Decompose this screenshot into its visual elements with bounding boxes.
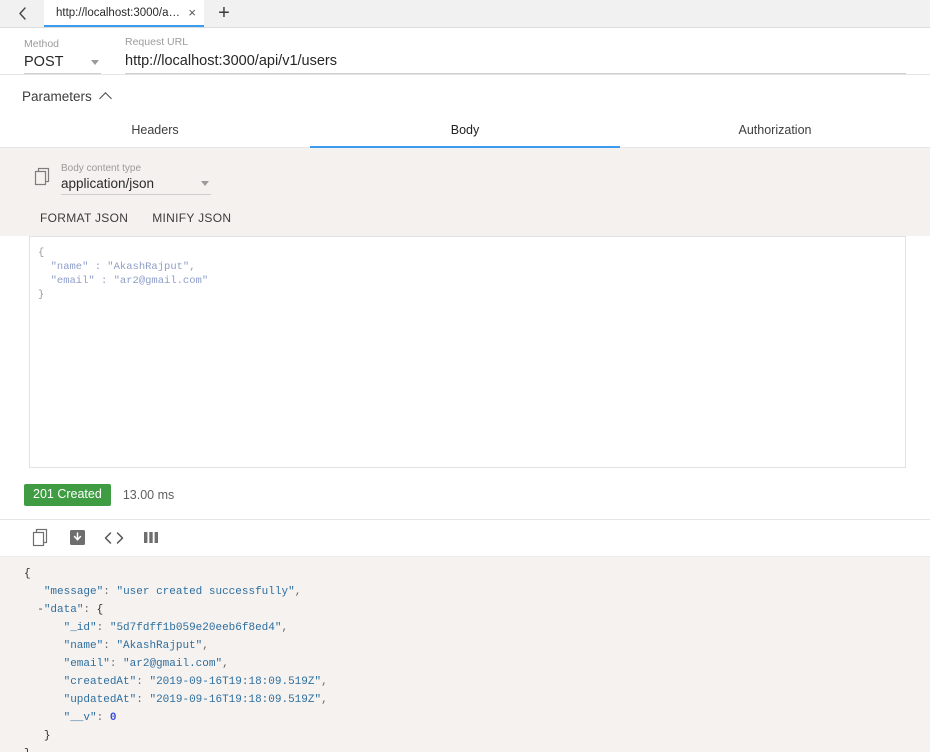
request-tab[interactable]: http://localhost:3000/api/... × xyxy=(44,0,204,27)
collapse-toggle-icon[interactable]: - xyxy=(37,604,44,616)
back-button[interactable] xyxy=(0,0,44,27)
status-badge: 201 Created xyxy=(24,484,111,506)
method-label: Method xyxy=(24,38,60,51)
body-content-type-value: application/json xyxy=(61,176,155,191)
method-value: POST xyxy=(24,54,64,70)
format-json-button[interactable]: FORMAT JSON xyxy=(40,211,128,225)
close-tab-icon[interactable]: × xyxy=(188,6,196,19)
response-message-value: user created successfully xyxy=(123,585,289,598)
chevron-down-icon xyxy=(201,181,209,186)
parameter-tabs: Headers Body Authorization xyxy=(0,114,930,148)
tab-body-label: Body xyxy=(450,123,480,137)
response-body-viewer[interactable]: { "message": "user created successfully"… xyxy=(0,556,930,752)
chevron-up-icon[interactable] xyxy=(98,91,112,105)
body-content-type-field: Body content type application/json xyxy=(61,158,211,195)
chevron-down-icon xyxy=(91,59,99,65)
code-line: } xyxy=(38,289,45,301)
response-line: "__v": 0 xyxy=(63,711,117,724)
response-status-row: 201 Created 13.00 ms xyxy=(0,468,930,519)
body-content-type-row: Body content type application/json xyxy=(0,158,930,195)
response-updatedat-value: 2019-09-16T19:18:09.519Z xyxy=(156,693,315,706)
response-line: { xyxy=(24,567,31,580)
parameters-title: Parameters xyxy=(22,89,92,104)
code-line: { xyxy=(38,247,45,259)
save-icon[interactable] xyxy=(65,527,89,549)
json-action-buttons: FORMAT JSON MINIFY JSON xyxy=(0,195,930,236)
chevron-left-icon xyxy=(18,7,26,20)
response-line: } xyxy=(43,729,51,742)
response-line: "createdAt": "2019-09-16T19:18:09.519Z", xyxy=(63,675,328,688)
columns-icon[interactable] xyxy=(139,527,163,549)
parameters-header[interactable]: Parameters xyxy=(0,75,930,114)
request-tab-title: http://localhost:3000/api/... xyxy=(56,6,181,19)
new-tab-button[interactable]: + xyxy=(204,0,244,27)
body-content-type-select[interactable]: application/json xyxy=(61,176,211,195)
request-body-editor[interactable]: { "name" : "AkashRajput", "email" : "ar2… xyxy=(29,236,906,468)
response-email-value: ar2@gmail.com xyxy=(129,657,216,670)
url-value: http://localhost:3000/api/v1/users xyxy=(125,53,337,69)
code-line: "email" : "ar2@gmail.com" xyxy=(38,275,209,287)
response-line: -"data": { xyxy=(37,603,104,616)
copy-icon[interactable] xyxy=(28,527,52,549)
response-line: "email": "ar2@gmail.com", xyxy=(63,657,229,670)
browser-tab-bar: http://localhost:3000/api/... × + xyxy=(0,0,930,28)
url-input[interactable]: http://localhost:3000/api/v1/users xyxy=(125,52,906,74)
response-id-value: 5d7fdff1b059e20eeb6f8ed4 xyxy=(116,621,275,634)
code-line: "name" : "AkashRajput", xyxy=(38,261,196,273)
url-label: Request URL xyxy=(125,36,189,49)
response-line: } xyxy=(0,745,930,752)
method-field: Method POST xyxy=(24,38,101,74)
response-name-value: AkashRajput xyxy=(123,639,196,652)
method-select[interactable]: POST xyxy=(24,54,101,74)
response-line: "message": "user created successfully", xyxy=(43,585,302,598)
request-line: Method POST Request URL http://localhost… xyxy=(0,28,930,75)
response-toolbar xyxy=(0,518,930,557)
tab-authorization[interactable]: Authorization xyxy=(620,114,930,148)
response-v-value: 0 xyxy=(109,711,117,724)
body-content-type-label: Body content type xyxy=(61,163,142,174)
tab-authorization-label: Authorization xyxy=(738,123,812,137)
minify-json-button[interactable]: MINIFY JSON xyxy=(152,211,231,225)
tab-headers-label: Headers xyxy=(131,123,179,137)
response-createdat-value: 2019-09-16T19:18:09.519Z xyxy=(156,675,315,688)
url-field: Request URL http://localhost:3000/api/v1… xyxy=(125,36,906,74)
code-icon[interactable] xyxy=(102,527,126,549)
tab-body[interactable]: Body xyxy=(310,114,620,148)
response-line: "_id": "5d7fdff1b059e20eeb6f8ed4", xyxy=(63,621,289,634)
response-line: "name": "AkashRajput", xyxy=(63,639,209,652)
response-time: 13.00 ms xyxy=(122,487,175,502)
response-line: "updatedAt": "2019-09-16T19:18:09.519Z", xyxy=(63,693,328,706)
copy-icon[interactable] xyxy=(34,167,51,191)
body-editor-panel: Body content type application/json FORMA… xyxy=(0,148,930,236)
tab-headers[interactable]: Headers xyxy=(0,114,310,148)
